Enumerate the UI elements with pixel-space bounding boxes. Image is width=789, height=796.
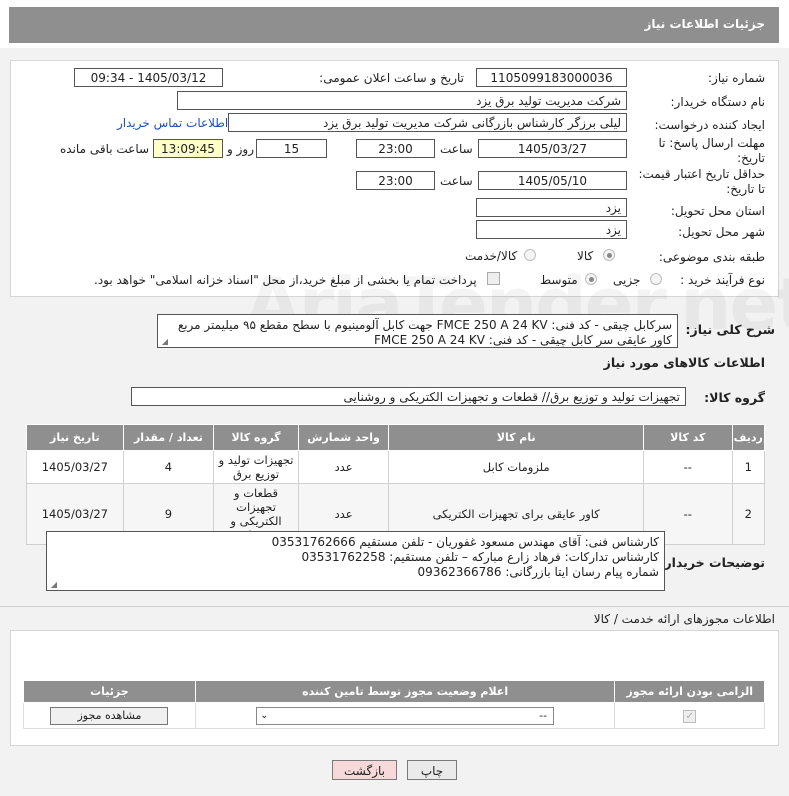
- buyer-contact-link[interactable]: اطلاعات تماس خریدار: [117, 116, 228, 130]
- buyer-org-field: شرکت مدیریت تولید برق یزد: [177, 91, 627, 110]
- need-number-field: 1105099183000036: [476, 68, 627, 87]
- validity-label: حداقل تاریخ اعتبار قیمت:: [638, 167, 765, 181]
- page-title: جزئیات اطلاعات نیاز: [9, 7, 779, 43]
- description-label: شرح کلی نیاز:: [685, 322, 775, 337]
- province-label: استان محل تحویل:: [670, 204, 765, 218]
- time-remaining-label: ساعت باقی مانده: [60, 142, 150, 156]
- purchase-option-minor: جزیی: [613, 273, 641, 287]
- goods-section-title: اطلاعات کالاهای مورد نیاز: [603, 355, 765, 370]
- description-line-2: کاور عایقی سر کابل چیقی - کد فنی: FMCE 2…: [374, 333, 672, 347]
- category-option-goods: کالا: [577, 249, 594, 263]
- validity-label-date: تا تاریخ:: [726, 182, 765, 196]
- col-qty: تعداد / مقدار: [122, 424, 215, 451]
- creator-field: لیلی برزگر کارشناس بازرگانی شرکت مدیریت …: [228, 113, 627, 132]
- permits-table: الزامی بودن ارائه مجوز اعلام وضعیت مجوز …: [23, 680, 765, 729]
- resize-grip-icon[interactable]: ◢: [160, 338, 168, 346]
- days-label: روز و: [227, 142, 254, 156]
- col-code: کد کالا: [643, 424, 733, 451]
- deadline-label: مهلت ارسال پاسخ: تا: [658, 136, 765, 150]
- validity-time-label: ساعت: [440, 174, 473, 188]
- print-button[interactable]: چاپ: [407, 760, 457, 780]
- table-row: 1 -- ملزومات کابل عدد تجهیزات تولید و تو…: [26, 450, 766, 484]
- required-checkbox: ✓: [683, 709, 697, 723]
- col-unit: واحد شمارش: [297, 424, 390, 451]
- deadline-label-date: تاریخ:: [737, 151, 765, 165]
- days-remaining-field: 15: [256, 139, 327, 158]
- deadline-time-field: 23:00: [356, 139, 435, 158]
- deadline-time-label: ساعت: [440, 142, 473, 156]
- goods-group-label: گروه کالا:: [704, 390, 765, 405]
- deadline-date-field: 1405/03/27: [478, 139, 627, 158]
- description-textarea[interactable]: سرکابل چیقی - کد فنی: FMCE 250 A 24 KV ج…: [157, 314, 678, 348]
- buyer-notes-textarea[interactable]: کارشناس فنی: آقای مهندس مسعود غفوریان - …: [46, 531, 665, 591]
- row-index: 1: [731, 450, 766, 484]
- buyer-notes-line-3: شماره پیام رسان ایتا بازرگانی: 093623667…: [417, 565, 659, 579]
- back-button[interactable]: بازگشت: [332, 760, 397, 780]
- validity-time-field: 23:00: [356, 171, 435, 190]
- payment-note: پرداخت تمام یا بخشی از مبلغ خرید،از محل …: [94, 273, 477, 287]
- buyer-notes-label: توضیحات خریدار:: [659, 555, 765, 570]
- row-code: --: [643, 450, 733, 484]
- col-name: نام کالا: [388, 424, 645, 451]
- row-date: 1405/03/27: [26, 450, 124, 484]
- purchase-radio-medium[interactable]: [585, 273, 597, 285]
- category-radio-goods[interactable]: [603, 249, 615, 261]
- buyer-notes-line-1: کارشناس فنی: آقای مهندس مسعود غفوریان - …: [271, 535, 659, 549]
- permit-status-value: --: [539, 708, 548, 722]
- row-unit: عدد: [297, 450, 390, 484]
- time-remaining-field: 13:09:45: [153, 139, 223, 158]
- col-required: الزامی بودن ارائه مجوز: [614, 680, 765, 703]
- goods-group-field: تجهیزات تولید و توزیع برق// قطعات و تجهی…: [131, 387, 686, 406]
- buyer-org-label: نام دستگاه خریدار:: [670, 95, 766, 109]
- province-field: یزد: [476, 198, 627, 217]
- table-row: ✓ ⌄ -- مشاهده مجوز: [23, 702, 765, 729]
- creator-label: ایجاد کننده درخواست:: [654, 118, 765, 132]
- announce-label: تاریخ و ساعت اعلان عمومی:: [319, 71, 464, 85]
- goods-table: ردیف کد کالا نام کالا واحد شمارش گروه کا…: [26, 424, 766, 545]
- need-number-label: شماره نیاز:: [708, 71, 765, 85]
- announce-field: 1405/03/12 - 09:34: [74, 68, 223, 87]
- resize-grip-icon[interactable]: ◢: [49, 581, 57, 589]
- permits-section-title: اطلاعات مجوزهای ارائه خدمت / کالا: [593, 612, 775, 626]
- purchase-type-label: نوع فرآیند خرید :: [680, 273, 765, 287]
- category-label: طبقه بندی موضوعی:: [658, 250, 765, 264]
- col-details: جزئیات: [23, 680, 196, 703]
- permit-status-select[interactable]: ⌄ --: [256, 706, 555, 725]
- col-status: اعلام وضعیت مجوز توسط تامین کننده: [194, 680, 616, 703]
- category-option-goods-service: کالا/خدمت: [465, 249, 518, 263]
- divider: [0, 606, 789, 607]
- treasury-checkbox[interactable]: [487, 272, 500, 285]
- city-label: شهر محل تحویل:: [678, 225, 765, 239]
- chevron-down-icon: ⌄: [260, 709, 269, 721]
- row-name: ملزومات کابل: [388, 450, 645, 484]
- category-radio-goods-service[interactable]: [524, 249, 536, 261]
- buyer-notes-line-2: کارشناس تدارکات: فرهاد زارع مبارکه – تلف…: [301, 550, 659, 564]
- validity-date-field: 1405/05/10: [478, 171, 627, 190]
- row-qty: 4: [122, 450, 215, 484]
- view-permit-button[interactable]: مشاهده مجوز: [50, 706, 169, 725]
- description-line-1: سرکابل چیقی - کد فنی: FMCE 250 A 24 KV ج…: [177, 318, 672, 332]
- row-index: 2: [731, 483, 766, 545]
- col-group: گروه کالا: [213, 424, 299, 451]
- col-date: تاریخ نیاز: [26, 424, 124, 451]
- page-header: جزئیات اطلاعات نیاز: [0, 0, 789, 48]
- row-group: تجهیزات تولید و توزیع برق: [213, 450, 299, 484]
- city-field: یزد: [476, 220, 627, 239]
- purchase-radio-minor[interactable]: [650, 273, 662, 285]
- col-index: ردیف: [731, 424, 766, 451]
- purchase-option-medium: متوسط: [540, 273, 578, 287]
